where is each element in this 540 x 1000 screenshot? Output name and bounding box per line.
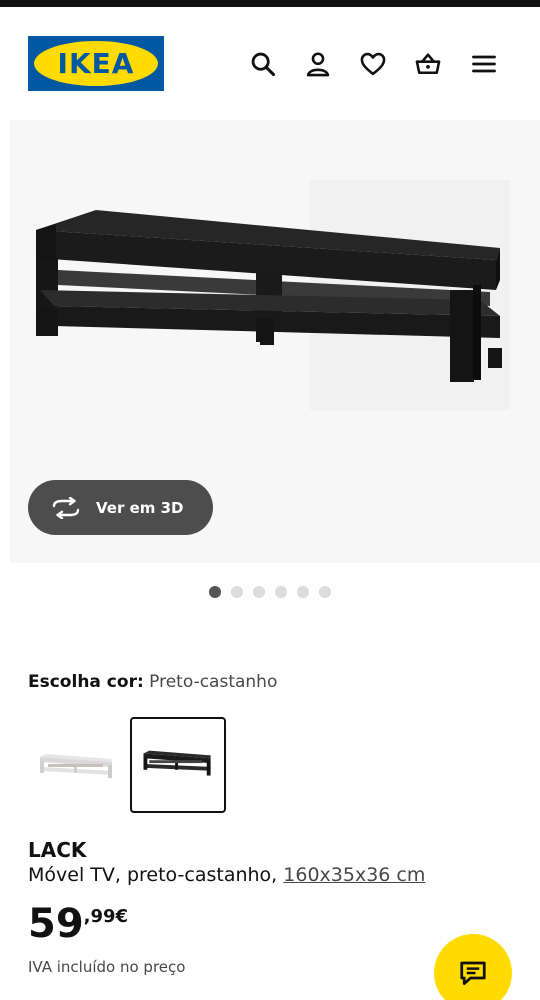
- carousel-indicator: [0, 586, 540, 600]
- carousel-dot[interactable]: [209, 586, 221, 598]
- color-swatch-white[interactable]: [28, 717, 124, 813]
- heart-icon[interactable]: [357, 48, 389, 80]
- vat-note: IVA incluído no preço: [28, 958, 186, 976]
- black-brown-tv-bench-thumbnail: [143, 750, 211, 776]
- account-icon[interactable]: [302, 48, 334, 80]
- basket-icon[interactable]: [412, 48, 444, 80]
- color-choice-value: Preto-castanho: [149, 672, 278, 692]
- color-choice: Escolha cor: Preto-castanho: [28, 672, 277, 692]
- carousel-dot[interactable]: [231, 586, 243, 598]
- search-icon[interactable]: [247, 48, 279, 80]
- chat-button[interactable]: [434, 934, 512, 1000]
- view-3d-label: Ver em 3D: [96, 498, 184, 517]
- product-dimensions-link[interactable]: 160x35x36 cm: [283, 864, 425, 886]
- product-name: LACK: [28, 838, 87, 862]
- carousel-dot[interactable]: [297, 586, 309, 598]
- color-choice-label: Escolha cor:: [28, 672, 144, 692]
- white-tv-bench-thumbnail: [40, 754, 112, 778]
- carousel-dot[interactable]: [253, 586, 265, 598]
- rotate-3d-icon: [52, 496, 80, 519]
- carousel-dot[interactable]: [275, 586, 287, 598]
- price-integer: 59: [28, 901, 84, 947]
- logo-text: IKEA: [57, 47, 135, 80]
- color-swatch-black-brown[interactable]: [130, 717, 226, 813]
- view-3d-button[interactable]: Ver em 3D: [28, 480, 213, 535]
- product-price: 59,99€: [28, 900, 128, 948]
- menu-icon[interactable]: [468, 48, 500, 80]
- site-header: IKEA: [0, 7, 540, 112]
- ikea-logo[interactable]: IKEA: [28, 36, 164, 91]
- chat-icon: [460, 961, 486, 985]
- status-bar: [0, 0, 540, 7]
- product-description: Móvel TV, preto-castanho, 160x35x36 cm: [28, 864, 425, 886]
- price-decimal: ,99€: [83, 906, 129, 927]
- carousel-dot[interactable]: [319, 586, 331, 598]
- product-description-text: Móvel TV, preto-castanho,: [28, 864, 278, 886]
